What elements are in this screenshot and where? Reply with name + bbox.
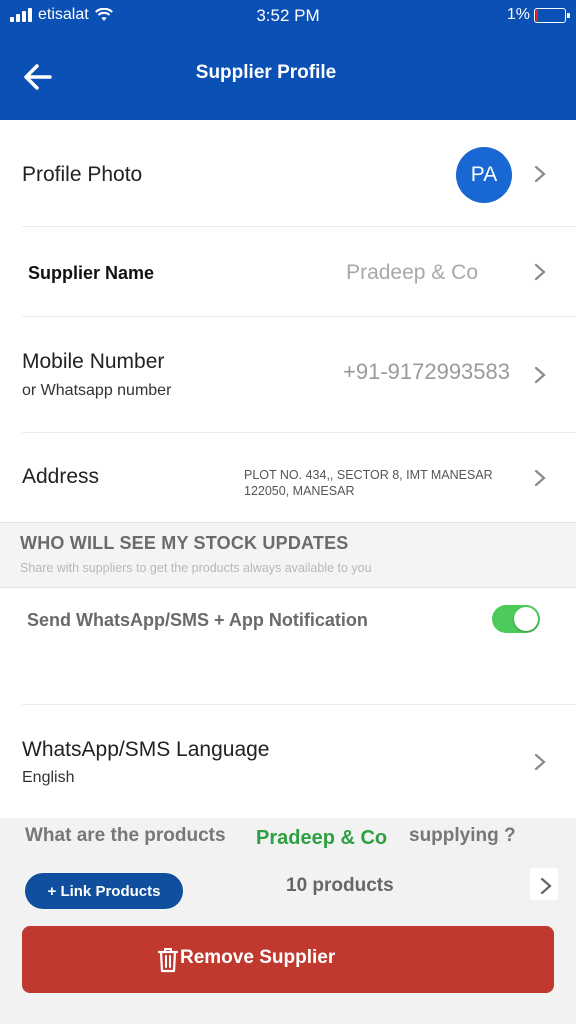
notification-label: Send WhatsApp/SMS + App Notification (27, 610, 368, 630)
chevron-right-icon (540, 877, 552, 895)
section-subtitle: Share with suppliers to get the products… (20, 561, 372, 575)
battery-icon (534, 7, 570, 23)
toggle-knob (514, 607, 538, 631)
chevron-right-icon (534, 469, 546, 487)
profile-photo-label: Profile Photo (22, 163, 143, 186)
supplier-name-row[interactable]: Supplier Name Pradeep & Co (0, 227, 576, 316)
products-question-prefix: What are the products (25, 825, 226, 846)
address-label: Address (22, 465, 100, 488)
status-right: 1% (506, 6, 570, 24)
address-row[interactable]: Address PLOT NO. 434,, SECTOR 8, IMT MAN… (0, 433, 576, 522)
battery-percent: 1% (506, 6, 530, 23)
products-question-suffix: supplying ? (409, 825, 516, 846)
chevron-right-icon (534, 165, 546, 183)
address-line-2: 122050, MANESAR (244, 484, 355, 498)
language-row[interactable]: WhatsApp/SMS Language English (0, 705, 576, 818)
supplier-name-label: Supplier Name (28, 263, 155, 283)
chevron-right-icon (534, 366, 546, 384)
remove-supplier-label: Remove Supplier (180, 947, 336, 968)
mobile-number-value: +91-9172993583 (343, 359, 510, 384)
section-title: WHO WILL SEE MY STOCK UPDATES (20, 533, 349, 553)
page-title: Supplier Profile (195, 62, 337, 83)
products-supplier-name: Pradeep & Co (256, 827, 388, 849)
status-time: 3:52 PM (256, 6, 320, 25)
products-chevron-button[interactable] (530, 868, 558, 900)
mobile-number-sublabel: or Whatsapp number (22, 382, 172, 399)
mobile-number-row[interactable]: Mobile Number or Whatsapp number +91-917… (0, 317, 576, 432)
products-count[interactable]: 10 products (286, 875, 394, 897)
link-products-button[interactable]: + Link Products (25, 873, 183, 909)
language-label: WhatsApp/SMS Language (22, 738, 270, 761)
status-bar: etisalat 3:52 PM 1% (0, 0, 576, 30)
address-line-1: PLOT NO. 434,, SECTOR 8, IMT MANESAR (244, 468, 493, 482)
notification-toggle[interactable] (492, 605, 540, 633)
supplier-name-value: Pradeep & Co (346, 261, 478, 284)
app-header: etisalat 3:52 PM 1% Supplier Profile (0, 0, 576, 120)
trash-icon (157, 948, 179, 973)
remove-supplier-button[interactable]: Remove Supplier (22, 926, 554, 993)
mobile-number-label: Mobile Number (22, 350, 165, 373)
chevron-right-icon (534, 753, 546, 771)
language-value: English (22, 769, 75, 786)
stock-updates-section: WHO WILL SEE MY STOCK UPDATES Share with… (0, 522, 576, 588)
chevron-right-icon (534, 263, 546, 281)
avatar[interactable]: PA (456, 147, 512, 203)
